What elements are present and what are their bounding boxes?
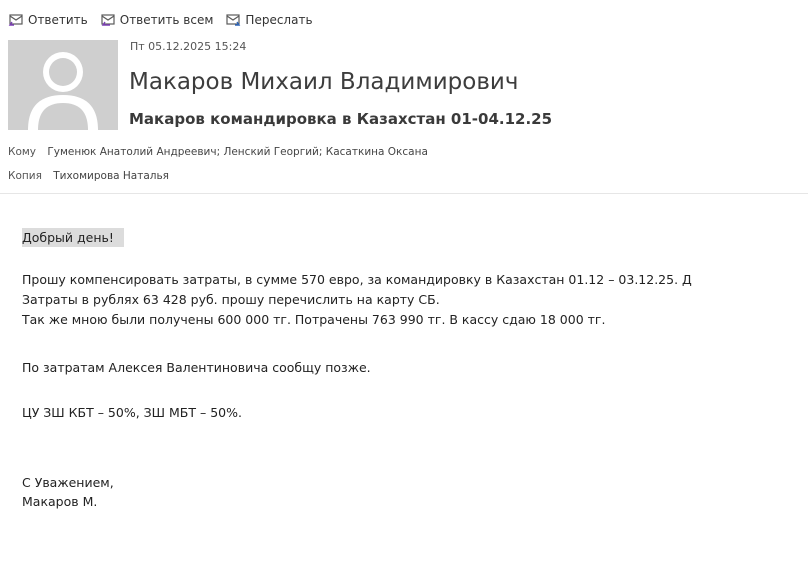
to-label: Кому — [8, 146, 37, 158]
sender-avatar — [8, 40, 118, 130]
reply-all-icon — [100, 11, 116, 30]
to-line: Кому Гуменюк Анатолий Андреевич; Ленский… — [8, 146, 428, 158]
cc-line: Копия Тихомирова Наталья — [8, 170, 169, 182]
message-toolbar: Ответить Ответить всем Переслать — [8, 10, 313, 30]
body-line-4: По затратам Алексея Валентиновича сообщу… — [22, 360, 371, 375]
signature-line-2: Макаров М. — [22, 494, 98, 509]
header-divider — [0, 193, 808, 194]
message-date: Пт 05.12.2025 15:24 — [130, 40, 247, 53]
cc-recipients[interactable]: Тихомирова Наталья — [53, 170, 169, 182]
forward-label: Переслать — [245, 13, 313, 27]
message-subject: Макаров командировка в Казахстан 01-04.1… — [129, 110, 553, 128]
cc-label: Копия — [8, 170, 42, 182]
greeting-text: Добрый день! — [22, 228, 124, 247]
signature-line-1: С Уважением, — [22, 475, 114, 490]
body-line-1: Прошу компенсировать затраты, в сумме 57… — [22, 272, 692, 287]
body-line-3: Так же мною были получены 600 000 тг. По… — [22, 312, 606, 327]
body-line-2: Затраты в рублях 63 428 руб. прошу переч… — [22, 292, 440, 307]
sender-name[interactable]: Макаров Михаил Владимирович — [129, 69, 518, 95]
reply-label: Ответить — [28, 13, 88, 27]
reply-button[interactable]: Ответить — [8, 11, 88, 30]
body-line-5: ЦУ ЗШ КБТ – 50%, ЗШ МБТ – 50%. — [22, 405, 242, 420]
reply-all-label: Ответить всем — [119, 13, 214, 27]
forward-button[interactable]: Переслать — [225, 11, 313, 30]
greeting-line: Добрый день! — [22, 228, 124, 247]
reply-all-button[interactable]: Ответить всем — [100, 11, 214, 30]
to-recipients[interactable]: Гуменюк Анатолий Андреевич; Ленский Геор… — [47, 146, 428, 158]
reply-icon — [8, 11, 24, 30]
forward-icon — [225, 11, 241, 30]
person-icon — [8, 40, 118, 130]
